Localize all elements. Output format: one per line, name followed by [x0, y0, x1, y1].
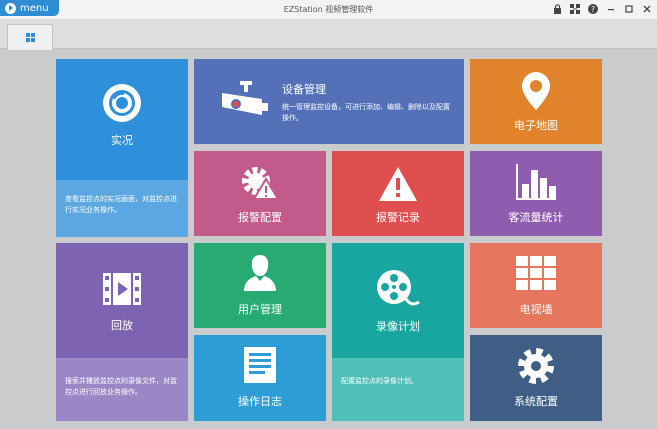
tile-map[interactable]: 电子地图	[470, 59, 602, 144]
bar-chart-icon	[516, 164, 556, 200]
cctv-camera-icon	[222, 81, 268, 115]
title-bar: menu EZStation 视频管理软件 ?	[0, 0, 657, 20]
tile-live-title: 实况	[111, 134, 133, 147]
tile-device-title: 设备管理	[282, 83, 326, 96]
tile-schedule-title: 录像计划	[376, 320, 420, 333]
tile-playback[interactable]: 回放 搜索并播放监控点的录像文件，对监控点进行回放业务操作。	[56, 243, 188, 421]
tile-alarm-record[interactable]: 报警记录	[332, 151, 464, 236]
tile-alarm-record-title: 报警记录	[376, 211, 420, 224]
tile-traffic[interactable]: 客流量统计	[470, 151, 602, 236]
grid-icon	[25, 33, 35, 42]
tile-tvwall-title: 电视墙	[519, 303, 553, 316]
film-reel-icon	[377, 270, 420, 306]
network-icon[interactable]	[569, 2, 581, 16]
camera-lens-icon	[103, 84, 141, 122]
tile-traffic-title: 客流量统计	[508, 211, 564, 224]
video-wall-icon	[516, 256, 556, 290]
tab-home[interactable]	[7, 24, 53, 50]
tile-live[interactable]: 实况 查看监控点的实况画面，对监控点进行实况业务操作。	[56, 59, 188, 237]
warning-icon	[379, 167, 417, 201]
user-icon	[244, 255, 276, 291]
lock-icon[interactable]	[551, 2, 563, 16]
tile-device-desc: 统一管理监控设备，可进行添加、编辑、删除以及配置操作。	[282, 103, 450, 122]
tile-schedule[interactable]: 录像计划 配置监控点的录像计划。	[332, 243, 464, 421]
alarm-gear-icon	[242, 167, 280, 200]
minimize-icon[interactable]	[605, 2, 617, 16]
tile-alarm-config[interactable]: 报警配置	[194, 151, 326, 236]
tile-playback-title: 回放	[111, 319, 133, 332]
location-pin-icon	[522, 72, 550, 110]
tile-playback-desc: 搜索并播放监控点的录像文件，对监控点进行回放业务操作。	[65, 377, 177, 396]
tab-bar	[0, 20, 657, 50]
tile-alarm-config-title: 报警配置	[238, 211, 282, 224]
tile-log-title: 操作日志	[238, 395, 282, 408]
tile-device[interactable]: 设备管理 统一管理监控设备，可进行添加、编辑、删除以及配置操作。	[194, 59, 464, 144]
help-icon[interactable]: ?	[587, 2, 599, 16]
close-icon[interactable]	[641, 2, 653, 16]
tile-log[interactable]: 操作日志	[194, 335, 326, 421]
maximize-icon[interactable]	[623, 2, 635, 16]
tile-live-desc: 查看监控点的实况画面，对监控点进行实况业务操作。	[65, 195, 177, 214]
svg-text:?: ?	[591, 5, 595, 14]
tile-user-title: 用户管理	[238, 303, 282, 316]
film-play-icon	[103, 273, 141, 305]
document-icon	[244, 347, 276, 383]
gear-icon	[518, 348, 554, 384]
tile-system[interactable]: 系统配置	[470, 335, 602, 421]
tile-user[interactable]: 用户管理	[194, 243, 326, 328]
tile-system-title: 系统配置	[514, 395, 558, 408]
tile-schedule-desc: 配置监控点的录像计划。	[341, 377, 418, 385]
tile-map-title: 电子地图	[514, 119, 558, 132]
tile-tvwall[interactable]: 电视墙	[470, 243, 602, 328]
